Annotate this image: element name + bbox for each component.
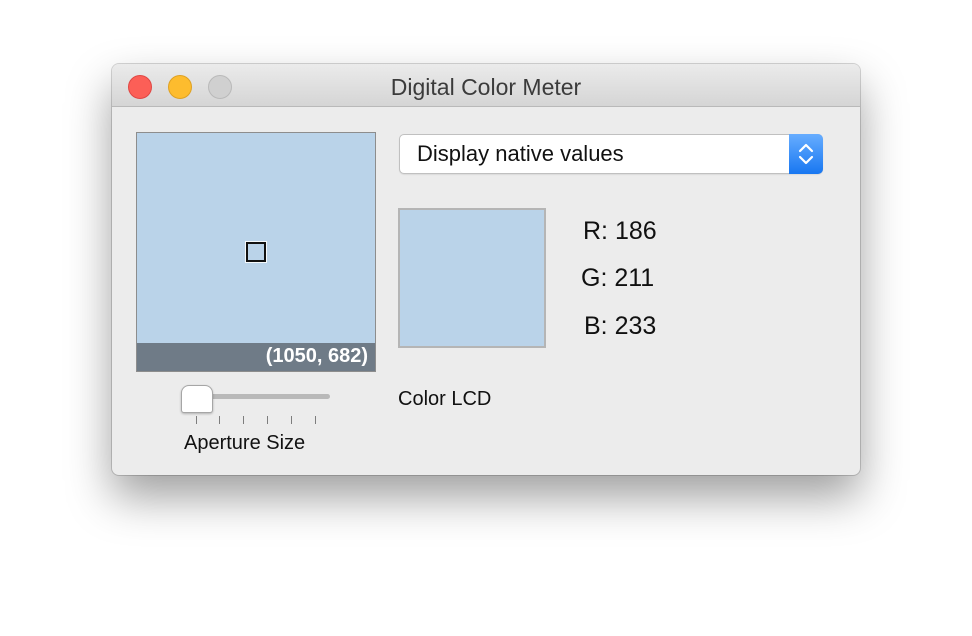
blue-value: 233 (614, 312, 657, 340)
green-value: 211 (614, 264, 655, 292)
display-mode-value: Display native values (417, 141, 624, 166)
blue-label: B: (584, 312, 608, 340)
slider-tick (291, 416, 292, 424)
slider-tick (267, 416, 268, 424)
aperture-slider-knob[interactable] (181, 385, 213, 413)
digital-color-meter-window: Digital Color Meter (1050, 682) Aperture… (112, 64, 860, 475)
red-label: R: (583, 217, 608, 245)
slider-tick (243, 416, 244, 424)
aperture-size-label: Aperture Size (184, 432, 306, 454)
display-mode-popup[interactable]: Display native values (399, 134, 823, 174)
up-down-chevron-icon (789, 134, 823, 174)
color-swatch (398, 208, 546, 348)
slider-tick (219, 416, 220, 424)
display-name: Color LCD (398, 388, 492, 410)
blue-row: B: 233 (584, 312, 656, 341)
green-row: G: 211 (581, 264, 654, 293)
cursor-coordinates: (1050, 682) (265, 345, 368, 367)
slider-tick (315, 416, 316, 424)
window-title: Digital Color Meter (390, 74, 582, 100)
slider-tick (196, 416, 197, 424)
green-label: G: (581, 264, 608, 292)
magnifier-view: (1050, 682) (136, 132, 376, 372)
red-row: R: 186 (583, 217, 657, 246)
title-bar[interactable]: Digital Color Meter (112, 64, 860, 107)
aperture-reticle (246, 242, 266, 262)
coordinates-bar: (1050, 682) (137, 343, 375, 371)
red-value: 186 (614, 217, 657, 245)
